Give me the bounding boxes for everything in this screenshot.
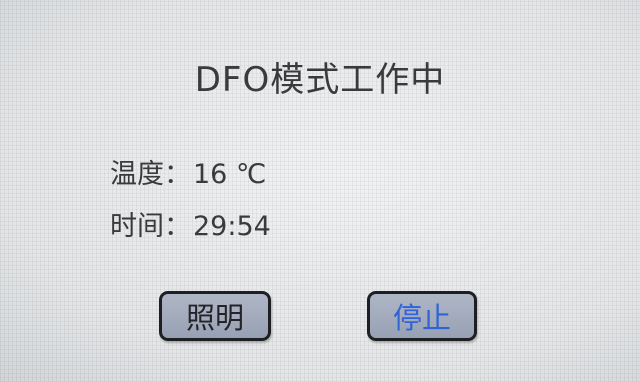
temperature-label: 温度： [110,159,191,190]
time-label: 时间： [110,211,191,242]
temperature-value: 16 ℃ [193,159,267,190]
time-value: 29:54 [193,211,271,242]
screen-title: DFO模式工作中 [194,60,446,100]
stop-button[interactable]: 停止 [367,291,477,341]
dfo-mode-screen: DFO模式工作中 温度：16 ℃ 时间：29:54 照明 停止 [0,0,640,382]
temperature-row: 温度：16 ℃ [110,152,266,191]
time-row: 时间：29:54 [110,204,271,243]
lighting-button[interactable]: 照明 [159,291,271,341]
